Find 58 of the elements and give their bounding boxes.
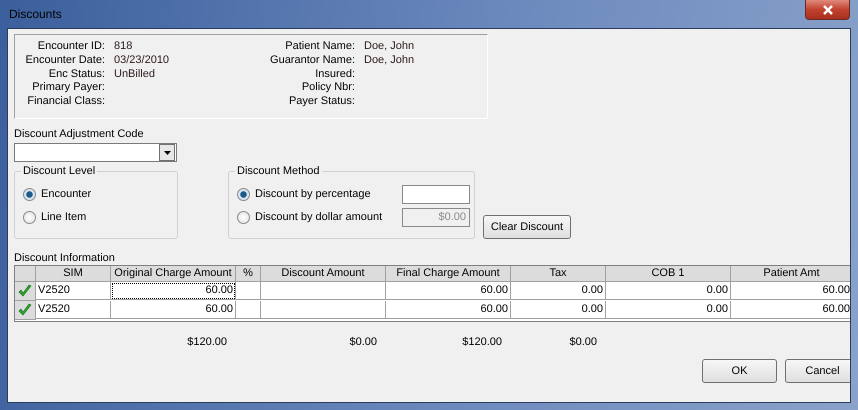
column-header[interactable]: Original Charge Amount [111,266,236,282]
table-cell: 60.00 [731,282,850,300]
window-title: Discounts [9,7,62,21]
info-label: Encounter Date: [24,54,105,68]
total-amount: $120.00 [461,336,503,348]
column-header[interactable]: % [236,266,261,282]
column-header[interactable]: Final Charge Amount [386,266,511,282]
grid-title: Discount Information [14,252,116,265]
close-icon [822,4,834,14]
radio-label: Line Item [41,211,88,223]
adjustment-code-dropdown[interactable] [14,143,177,162]
column-header[interactable]: SIM [36,266,111,282]
info-value: 818 [114,40,134,54]
table-cell: 60.00 [111,301,236,319]
info-label: Financial Class: [26,95,105,109]
radio-button[interactable] [23,210,36,224]
info-value: UnBilled [114,68,156,82]
table-cell: 0.00 [511,301,606,319]
info-label: Enc Status: [48,68,105,82]
radio-button[interactable] [237,188,250,200]
column-header[interactable]: Discount Amount [261,266,386,282]
close-button[interactable] [805,0,850,20]
info-label: Guarantor Name: [269,54,355,68]
column-header[interactable]: Patient Amt [731,266,850,282]
column-header[interactable]: COB 1 [606,266,731,282]
info-label: Primary Payer: [31,81,105,96]
table-cell: 0.00 [606,282,731,300]
radio-label: Discount by percentage [255,188,372,200]
info-label: Insured: [314,68,355,82]
info-label: Patient Name: [284,40,355,54]
amount-field[interactable] [402,184,470,204]
cancel-button[interactable]: Cancel [785,359,850,383]
table-cell [236,282,261,300]
table-cell: 0.00 [511,282,606,300]
table-cell [236,301,261,319]
table-cell: 60.00 [731,301,850,319]
radio-button[interactable] [23,188,36,200]
info-value: Doe, John [364,54,416,68]
column-header[interactable]: Tax [511,266,606,282]
ok-button[interactable]: OK [702,359,777,383]
info-label: Policy Nbr: [300,81,355,96]
table-cell: 60.00 [111,282,236,300]
total-amount: $0.00 [348,336,378,348]
table-cell: 60.00 [386,282,511,300]
field-label: Discount Adjustment Code [14,128,145,141]
table-cell: V2520 [36,301,111,319]
table-cell: V2520 [36,282,111,300]
info-label: Encounter ID: [36,40,105,54]
total-amount: $120.00 [186,336,228,348]
radio-label: Discount by dollar amount [255,211,384,223]
info-value: 03/23/2010 [114,54,170,68]
total-amount: $0.00 [568,336,598,348]
info-value: Doe, John [364,40,416,54]
table-cell: 0.00 [606,301,731,319]
info-label: Payer Status: [288,95,355,109]
clear-discount-button[interactable]: Clear Discount [483,215,571,239]
radio-label: Encounter [41,188,92,200]
table-cell: 60.00 [386,301,511,319]
